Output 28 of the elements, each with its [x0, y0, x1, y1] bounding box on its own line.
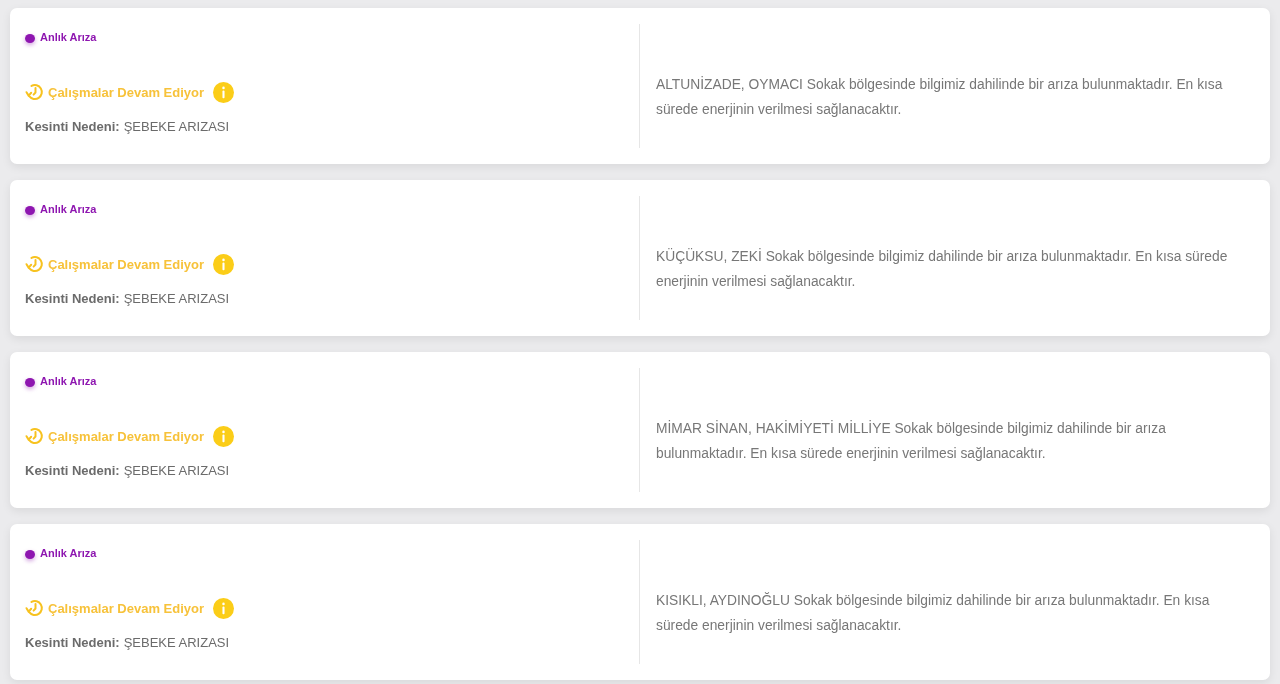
clock-icon [25, 426, 45, 446]
reason-label: Kesinti Nedeni: [25, 118, 120, 136]
category-label: Anlık Arıza [40, 30, 97, 44]
outage-description: ALTUNİZADE, OYMACI Sokak bölgesinde bilgimiz dahilinde bir arıza bulunmaktadır. En kısa sürede enerjinin verilmesi sağlanacaktır. [656, 75, 1224, 119]
info-icon[interactable] [213, 81, 235, 103]
info-icon[interactable] [213, 253, 235, 275]
reason-label: Kesinti Nedeni: [25, 634, 120, 652]
reason-value: ŞEBEKE ARIZASI [123, 634, 230, 652]
status-label: Çalışmalar Devam Ediyor [48, 84, 205, 100]
reason-value: ŞEBEKE ARIZASI [123, 462, 230, 480]
outage-description: KISIKLI, AYDINOĞLU Sokak bölgesinde bilgimiz dahilinde bir arıza bulunmaktadır. En kısa sürede enerjinin verilmesi sağlanacaktır. [656, 591, 1211, 635]
outage-description: MİMAR SİNAN, HAKİMİYETİ MİLLİYE Sokak bölgesinde bilgimiz dahilinde bir arıza bulunmaktadır. En kısa sürede enerjinin verilmesi sağlanacaktır. [656, 419, 1167, 463]
reason-label: Kesinti Nedeni: [25, 290, 120, 308]
clock-icon [25, 254, 45, 274]
status-label: Çalışmalar Devam Ediyor [48, 600, 205, 616]
status-label: Çalışmalar Devam Ediyor [48, 256, 205, 272]
status-label: Çalışmalar Devam Ediyor [48, 428, 205, 444]
category-label: Anlık Arıza [40, 202, 97, 216]
reason-value: ŞEBEKE ARIZASI [123, 290, 230, 308]
category-label: Anlık Arıza [40, 546, 97, 560]
clock-icon [25, 82, 45, 102]
outage-description: KÜÇÜKSU, ZEKİ Sokak bölgesinde bilgimiz dahilinde bir arıza bulunmaktadır. En kısa sürede enerjinin verilmesi sağlanacaktır. [656, 247, 1229, 291]
info-icon[interactable] [213, 597, 235, 619]
reason-label: Kesinti Nedeni: [25, 462, 120, 480]
clock-icon [25, 598, 45, 618]
reason-value: ŞEBEKE ARIZASI [123, 118, 230, 136]
category-label: Anlık Arıza [40, 374, 97, 388]
info-icon[interactable] [213, 425, 235, 447]
